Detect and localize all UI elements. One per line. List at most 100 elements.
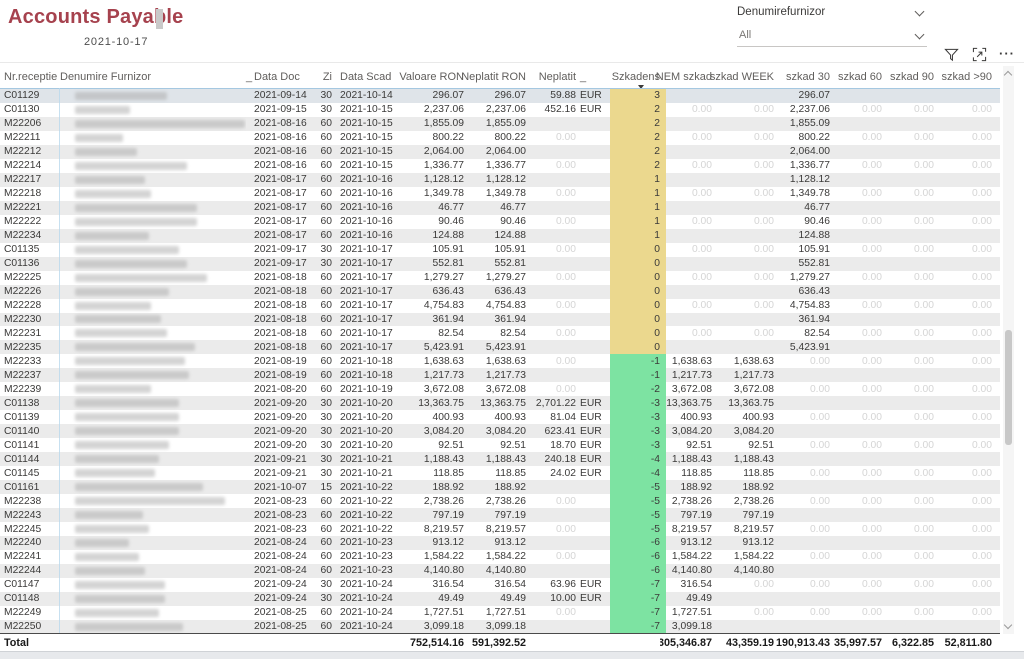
column-header-cur[interactable]: _ <box>580 66 608 88</box>
cell-szk: -5 <box>610 522 666 536</box>
table-row[interactable]: C011612021-10-07152021-10-22188.92188.92… <box>0 480 1000 494</box>
table-row[interactable]: M222142021-08-16602021-10-151,336.771,33… <box>0 159 1000 173</box>
cell-u1 <box>246 424 254 438</box>
table-row[interactable]: C011362021-09-17302021-10-17552.81552.81… <box>0 257 1000 271</box>
column-header-s90p[interactable]: szkad >90 <box>934 66 992 88</box>
cell-zi: 30 <box>308 103 334 117</box>
table-row[interactable]: M222392021-08-20602021-10-193,672.083,67… <box>0 382 1000 396</box>
table-row[interactable]: M222332021-08-19602021-10-181,638.631,63… <box>0 354 1000 368</box>
cell-zi: 60 <box>308 606 334 620</box>
column-header-label: szkad 60 <box>838 71 882 83</box>
cell-s90 <box>882 452 936 466</box>
cell-nep: 82.54 <box>464 326 528 340</box>
slicer-header[interactable]: Denumirefurnizor <box>737 4 927 20</box>
redacted-vendor-name <box>75 232 149 240</box>
table-row[interactable]: M222452021-08-23602021-10-228,219.578,21… <box>0 522 1000 536</box>
column-header-eur[interactable]: Neplatit <box>526 66 576 88</box>
cell-scad: 2021-10-24 <box>340 606 398 620</box>
table-row[interactable]: M222262021-08-18602021-10-17636.43636.43… <box>0 285 1000 299</box>
scroll-down-icon[interactable] <box>1005 622 1012 629</box>
more-options-icon[interactable]: ··· <box>998 45 1016 63</box>
column-header-vendor[interactable]: Denumire Furnizor <box>60 66 246 88</box>
column-header-szk[interactable]: Szkadens <box>610 66 660 88</box>
slicer-dropdown[interactable]: All <box>737 27 927 47</box>
table-row[interactable]: M222442021-08-24602021-10-234,140.804,14… <box>0 564 1000 578</box>
table-row[interactable]: C011412021-09-20302021-10-2092.5192.5118… <box>0 438 1000 452</box>
table-row[interactable]: C011292021-09-14302021-10-14296.07296.07… <box>0 88 1000 103</box>
column-header-s30[interactable]: szkad 30 <box>774 66 830 88</box>
cell-zi: 60 <box>308 340 334 354</box>
column-header-zi[interactable]: Zi <box>308 66 332 88</box>
cell-zi: 60 <box>308 494 334 508</box>
table-row[interactable]: C011472021-09-24302021-10-24316.54316.54… <box>0 578 1000 592</box>
column-header-doc[interactable]: Data Doc <box>254 66 312 88</box>
cell-szk: -6 <box>610 564 666 578</box>
table-row[interactable]: M222502021-08-25602021-10-243,099.183,09… <box>0 620 1000 633</box>
cell-u1 <box>246 452 254 466</box>
cell-vendor <box>60 285 246 299</box>
column-header-s90[interactable]: szkad 90 <box>882 66 934 88</box>
cell-s90 <box>882 620 936 633</box>
table-row[interactable]: C011382021-09-20302021-10-2013,363.7513,… <box>0 396 1000 410</box>
table-row[interactable]: M222222021-08-17602021-10-1690.4690.460.… <box>0 215 1000 229</box>
table-row[interactable]: C011482021-09-24302021-10-2449.4949.4910… <box>0 592 1000 606</box>
table-row[interactable]: C011442021-09-21302021-10-211,188.431,18… <box>0 452 1000 466</box>
redacted-vendor-name <box>75 162 187 170</box>
focus-mode-icon[interactable] <box>970 45 988 63</box>
cell-zi: 30 <box>308 578 334 592</box>
column-header-scad[interactable]: Data Scad <box>340 66 398 88</box>
vertical-scrollbar[interactable] <box>1003 66 1014 634</box>
cell-s30: 1,855.09 <box>774 117 832 131</box>
cell-cur <box>580 536 608 550</box>
cell-doc: 2021-08-17 <box>254 187 312 201</box>
cell-doc: 2021-09-24 <box>254 578 312 592</box>
table-row[interactable]: M222382021-08-23602021-10-222,738.262,73… <box>0 494 1000 508</box>
cell-scad: 2021-10-24 <box>340 578 398 592</box>
cell-doc: 2021-08-19 <box>254 354 312 368</box>
cell-nr: M22244 <box>4 564 60 578</box>
cell-week: 913.12 <box>712 536 776 550</box>
table-row[interactable]: M222492021-08-25602021-10-241,727.511,72… <box>0 606 1000 620</box>
scrollbar-thumb[interactable] <box>1005 330 1012 445</box>
table-row[interactable]: M222402021-08-24602021-10-23913.12913.12… <box>0 536 1000 550</box>
table-row[interactable]: C011302021-09-15302021-10-152,237.062,23… <box>0 103 1000 117</box>
column-header-nem[interactable]: NEM szkad <box>660 66 712 88</box>
filter-icon[interactable] <box>942 45 960 63</box>
table-row[interactable]: M222062021-08-16602021-10-151,855.091,85… <box>0 117 1000 131</box>
cell-u1 <box>246 592 254 606</box>
table-row[interactable]: M222432021-08-23602021-10-22797.19797.19… <box>0 508 1000 522</box>
table-row[interactable]: M222212021-08-17602021-10-1646.7746.7714… <box>0 201 1000 215</box>
table-row[interactable]: M222352021-08-18602021-10-175,423.915,42… <box>0 340 1000 354</box>
table-row[interactable]: M222182021-08-17602021-10-161,349.781,34… <box>0 187 1000 201</box>
table-row[interactable]: M222172021-08-17602021-10-161,128.121,12… <box>0 173 1000 187</box>
table-row[interactable]: M222372021-08-19602021-10-181,217.731,21… <box>0 368 1000 382</box>
cell-nr: M22212 <box>4 145 60 159</box>
cell-scad: 2021-10-16 <box>340 173 398 187</box>
cell-cur <box>580 354 608 368</box>
table-row[interactable]: M222252021-08-18602021-10-171,279.271,27… <box>0 271 1000 285</box>
table-row[interactable]: M222282021-08-18602021-10-174,754.834,75… <box>0 299 1000 313</box>
column-header-s60[interactable]: szkad 60 <box>830 66 882 88</box>
cell-s90p <box>934 508 994 522</box>
cell-s90 <box>882 396 936 410</box>
table-row[interactable]: M222342021-08-17602021-10-16124.88124.88… <box>0 229 1000 243</box>
cell-s30 <box>774 592 832 606</box>
table-row[interactable]: C011352021-09-17302021-10-17105.91105.91… <box>0 243 1000 257</box>
column-header-nep[interactable]: Neplatit RON <box>464 66 526 88</box>
column-header-val[interactable]: Valoare RON <box>398 66 464 88</box>
cell-cur <box>580 229 608 243</box>
column-header-week[interactable]: szkad WEEK <box>712 66 774 88</box>
scroll-up-icon[interactable] <box>1005 70 1012 77</box>
column-header-nr[interactable]: Nr.receptie <box>4 66 60 88</box>
table-row[interactable]: M222112021-08-16602021-10-15800.22800.22… <box>0 131 1000 145</box>
table-row[interactable]: M222122021-08-16602021-10-152,064.002,06… <box>0 145 1000 159</box>
table-row[interactable]: M222312021-08-18602021-10-1782.5482.540.… <box>0 326 1000 340</box>
cell-szk: 1 <box>610 187 666 201</box>
table-row[interactable]: C011402021-09-20302021-10-203,084.203,08… <box>0 424 1000 438</box>
column-header-u1[interactable]: _ <box>246 66 254 88</box>
table-row[interactable]: C011452021-09-21302021-10-21118.85118.85… <box>0 466 1000 480</box>
table-row[interactable]: C011392021-09-20302021-10-20400.93400.93… <box>0 410 1000 424</box>
table-row[interactable]: M222412021-08-24602021-10-231,584.221,58… <box>0 550 1000 564</box>
table-row[interactable]: M222302021-08-18602021-10-17361.94361.94… <box>0 313 1000 327</box>
cell-zi: 60 <box>308 313 334 327</box>
